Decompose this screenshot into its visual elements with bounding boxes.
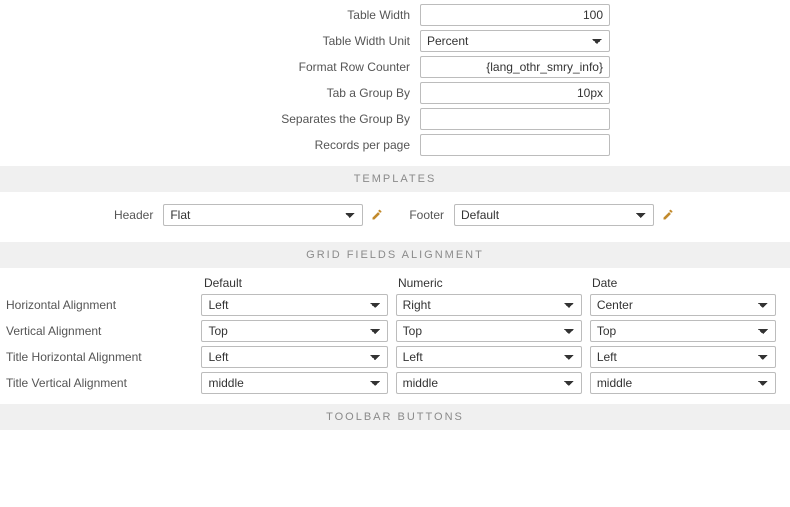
alignment-grid: Default Numeric Date Horizontal Alignmen… [0, 276, 790, 394]
label-title-v-alignment: Title Vertical Alignment [6, 376, 201, 390]
label-table-width-unit: Table Width Unit [0, 34, 420, 48]
select-v-align-date[interactable]: Top [590, 320, 776, 342]
select-v-align-default[interactable]: Top [201, 320, 387, 342]
select-h-align-date[interactable]: Center [590, 294, 776, 316]
pencil-icon[interactable] [369, 207, 385, 223]
input-separates-group-by[interactable] [420, 108, 610, 130]
select-h-align-numeric[interactable]: Right [396, 294, 582, 316]
input-table-width[interactable] [420, 4, 610, 26]
row-tab-group-by: Tab a Group By [0, 82, 790, 104]
row-title-vertical-alignment: Title Vertical Alignment middle middle m… [6, 372, 784, 394]
select-title-h-numeric[interactable]: Left [396, 346, 582, 368]
row-vertical-alignment: Vertical Alignment Top Top Top [6, 320, 784, 342]
section-toolbar-buttons: TOOLBAR BUTTONS [0, 404, 790, 430]
label-footer-template: Footer [409, 208, 444, 222]
templates-row: Header Flat Footer Default [0, 200, 790, 232]
label-vertical-alignment: Vertical Alignment [6, 324, 201, 338]
select-table-width-unit[interactable]: Percent [420, 30, 610, 52]
section-grid-fields-alignment: GRID FIELDS ALIGNMENT [0, 242, 790, 268]
select-footer-template[interactable]: Default [454, 204, 654, 226]
label-header-template: Header [114, 208, 153, 222]
input-tab-group-by[interactable] [420, 82, 610, 104]
input-format-row-counter[interactable] [420, 56, 610, 78]
row-separates-group-by: Separates the Group By [0, 108, 790, 130]
select-title-v-numeric[interactable]: middle [396, 372, 582, 394]
select-title-h-default[interactable]: Left [201, 346, 387, 368]
select-header-template[interactable]: Flat [163, 204, 363, 226]
alignment-header-row: Default Numeric Date [6, 276, 784, 290]
section-templates: TEMPLATES [0, 166, 790, 192]
label-tab-group-by: Tab a Group By [0, 86, 420, 100]
row-table-width: Table Width [0, 4, 790, 26]
col-title-default: Default [202, 276, 388, 290]
label-horizontal-alignment: Horizontal Alignment [6, 298, 201, 312]
row-table-width-unit: Table Width Unit Percent [0, 30, 790, 52]
select-title-v-date[interactable]: middle [590, 372, 776, 394]
row-format-row-counter: Format Row Counter [0, 56, 790, 78]
select-h-align-default[interactable]: Left [201, 294, 387, 316]
pencil-icon[interactable] [660, 207, 676, 223]
select-title-v-default[interactable]: middle [201, 372, 387, 394]
col-title-numeric: Numeric [396, 276, 582, 290]
col-title-date: Date [590, 276, 776, 290]
label-format-row-counter: Format Row Counter [0, 60, 420, 74]
label-records-per-page: Records per page [0, 138, 420, 152]
input-records-per-page[interactable] [420, 134, 610, 156]
row-title-horizontal-alignment: Title Horizontal Alignment Left Left Lef… [6, 346, 784, 368]
row-horizontal-alignment: Horizontal Alignment Left Right Center [6, 294, 784, 316]
row-records-per-page: Records per page [0, 134, 790, 156]
label-table-width: Table Width [0, 8, 420, 22]
select-v-align-numeric[interactable]: Top [396, 320, 582, 342]
top-form: Table Width Table Width Unit Percent For… [0, 4, 790, 156]
label-title-h-alignment: Title Horizontal Alignment [6, 350, 201, 364]
select-title-h-date[interactable]: Left [590, 346, 776, 368]
label-separates-group-by: Separates the Group By [0, 112, 420, 126]
